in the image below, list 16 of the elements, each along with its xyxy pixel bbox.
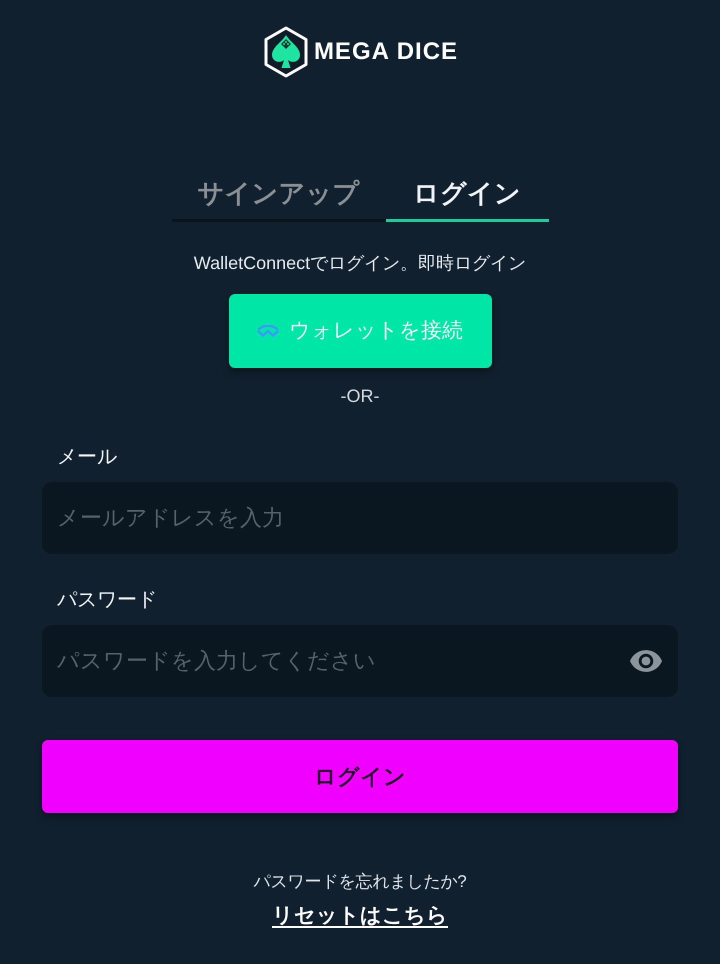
show-password-button[interactable] <box>630 650 662 672</box>
hexagon-spade-icon <box>262 26 310 78</box>
or-divider: -OR- <box>340 385 380 408</box>
forgot-password-text: パスワードを忘れましたか? <box>253 871 467 893</box>
walletconnect-icon <box>257 325 279 337</box>
email-field[interactable]: メールアドレスを入力 <box>42 482 678 554</box>
logo-text: MEGA DICE <box>314 38 458 66</box>
tab[interactable]: ログイン <box>386 168 548 222</box>
field-label: パスワード <box>56 588 158 612</box>
eye-icon <box>630 650 662 672</box>
field-label: メール <box>56 445 118 469</box>
walletconnect-prompt: WalletConnectでログイン。即時ログイン <box>194 252 526 275</box>
tab[interactable]: サインアップ <box>172 168 386 222</box>
reset-password-link[interactable]: リセットはこちら <box>272 902 448 930</box>
password-field[interactable]: パスワードを入力してください <box>42 625 678 697</box>
login-button[interactable]: ログイン <box>42 740 678 813</box>
